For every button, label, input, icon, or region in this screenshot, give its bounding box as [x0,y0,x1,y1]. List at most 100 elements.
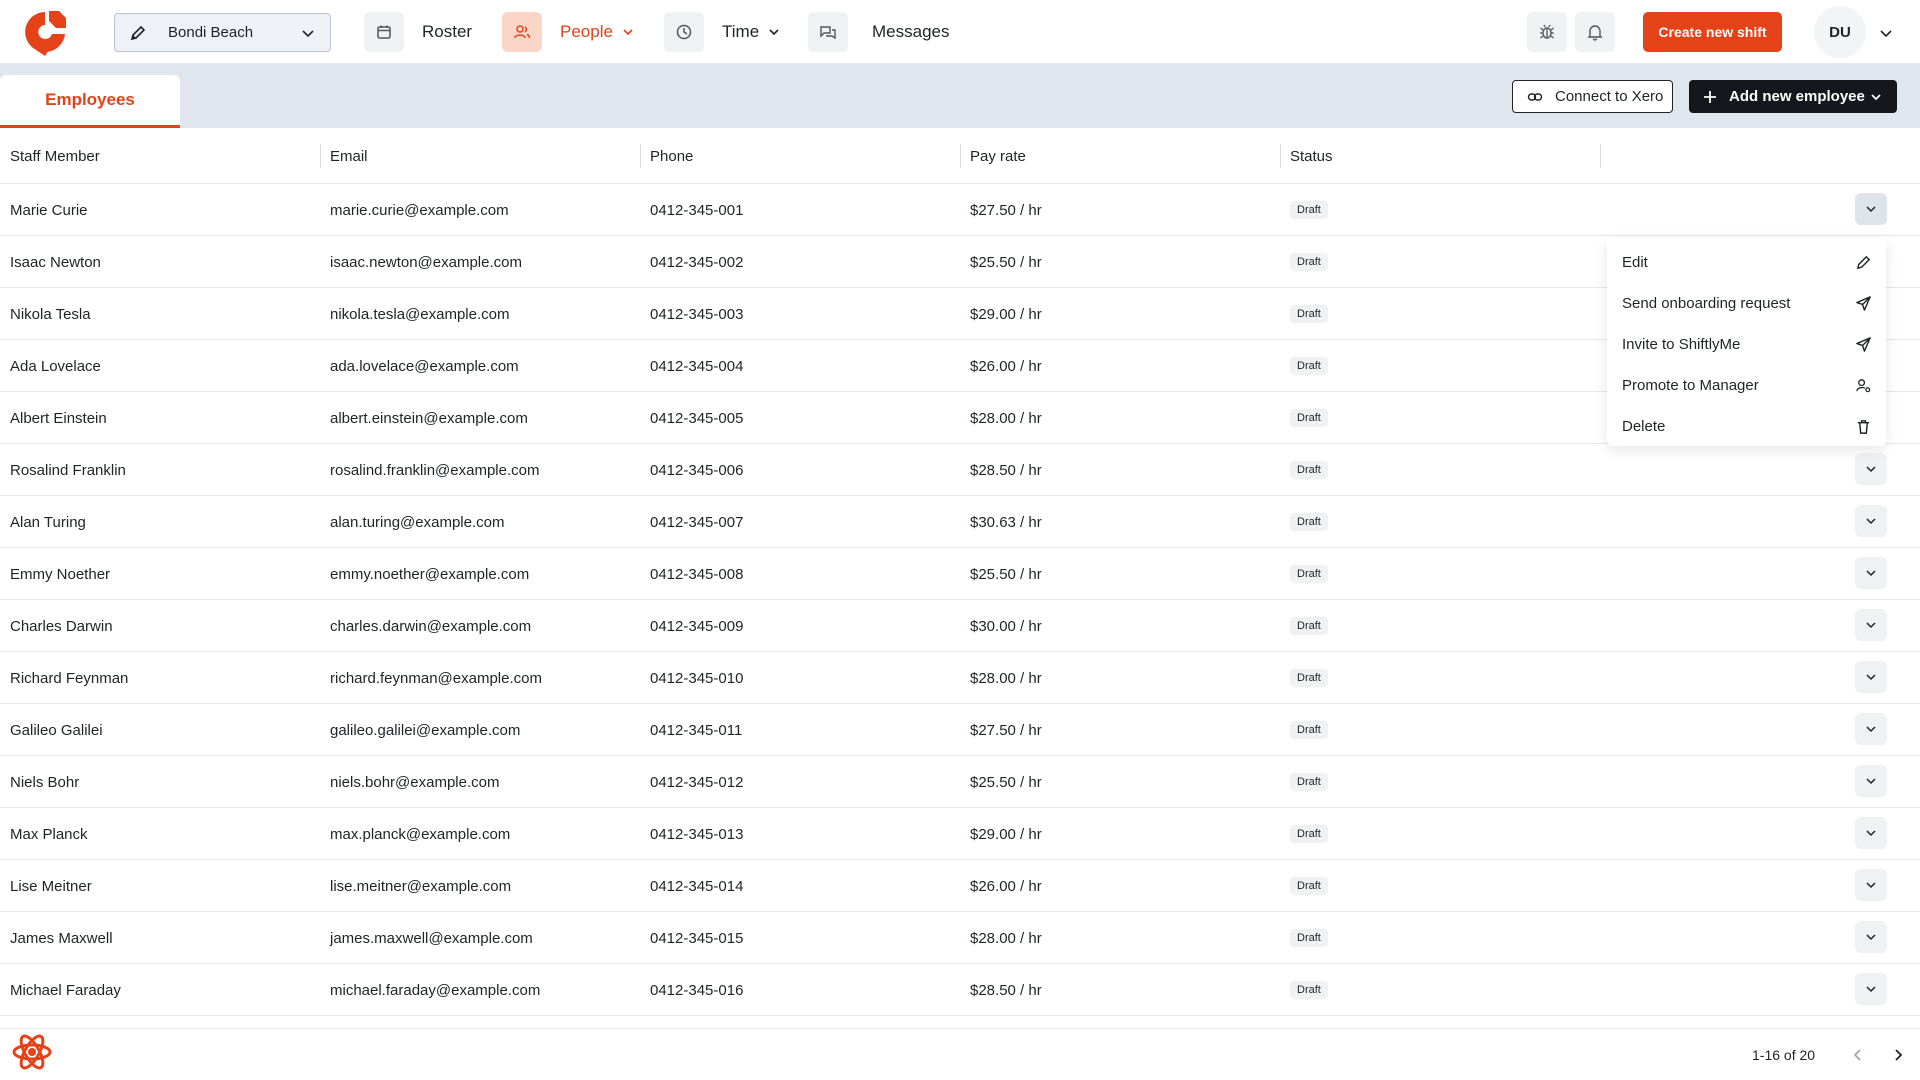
notifications-button[interactable] [1575,12,1615,52]
table-row[interactable]: Max Planck max.planck@example.com 0412-345… [0,808,1920,860]
users-icon [502,12,542,52]
add-new-employee-button[interactable]: Add new employee [1689,80,1897,113]
clock-icon [664,12,704,52]
status-badge: Draft [1290,513,1328,531]
staff-member-cell: Michael Faraday [10,981,121,999]
app-logo-icon[interactable] [22,8,68,56]
location-name: Bondi Beach [168,24,254,41]
column-header-staff-member[interactable]: Staff Member [0,128,320,184]
column-header-pay-rate[interactable]: Pay rate [960,128,1280,184]
row-actions-toggle[interactable] [1855,453,1887,485]
page-subheader: Employees Connect to Xero Add new employ… [0,64,1920,128]
email-cell: nikola.tesla@example.com [330,305,510,323]
row-actions-toggle[interactable] [1855,765,1887,797]
status-badge: Draft [1290,357,1328,375]
status-cell: Draft [1280,808,1600,860]
phone-cell: 0412-345-013 [650,825,744,843]
phone-cell: 0412-345-015 [650,929,744,947]
status-badge: Draft [1290,929,1328,947]
nav-messages[interactable]: Messages [808,12,949,52]
email-cell: isaac.newton@example.com [330,253,522,271]
bell-icon [1586,23,1604,41]
column-header-status[interactable]: Status [1280,128,1600,184]
row-actions-toggle[interactable] [1855,609,1887,641]
table-row[interactable]: James Maxwell james.maxwell@example.com 04… [0,912,1920,964]
menu-item-invite[interactable]: Invite to ShiftlyMe [1607,324,1886,365]
status-cell: Draft [1280,444,1600,496]
staff-member-cell: Niels Bohr [10,773,80,791]
staff-member-cell: Max Planck [10,825,88,843]
staff-member-cell: Ada Lovelace [10,357,101,375]
table-row[interactable]: Michael Faraday michael.faraday@example.c… [0,964,1920,1016]
pay-rate-cell: $26.00 / hr [970,877,1042,895]
status-badge: Draft [1290,721,1328,739]
column-header-phone[interactable]: Phone [640,128,960,184]
nav-roster[interactable]: Roster [364,12,472,52]
table-row[interactable]: Charles Darwin charles.darwin@example.com… [0,600,1920,652]
tab-employees[interactable]: Employees [0,75,180,128]
phone-cell: 0412-345-005 [650,409,744,427]
table-row[interactable]: Rosalind Franklin rosalind.franklin@examp… [0,444,1920,496]
row-actions-toggle[interactable] [1855,713,1887,745]
table-header: Staff Member Email Phone Pay rate Status [0,128,1920,184]
user-avatar[interactable]: DU [1814,6,1866,58]
table-row[interactable]: Marie Curie marie.curie@example.com 0412-3… [0,184,1920,236]
bug-report-button[interactable] [1527,12,1567,52]
staff-member-cell: Isaac Newton [10,253,101,271]
row-actions-toggle[interactable] [1855,921,1887,953]
chevron-left-icon[interactable] [1850,1047,1866,1063]
pay-rate-cell: $26.00 / hr [970,357,1042,375]
phone-cell: 0412-345-008 [650,565,744,583]
row-actions-toggle[interactable] [1855,505,1887,537]
column-header-email[interactable]: Email [320,128,640,184]
row-actions-toggle[interactable] [1855,869,1887,901]
chevron-down-icon [1864,930,1878,944]
react-atom-icon[interactable] [10,1030,54,1074]
phone-cell: 0412-345-007 [650,513,744,531]
row-actions-toggle[interactable] [1855,193,1887,225]
menu-item-delete[interactable]: Delete [1607,406,1886,447]
pay-rate-cell: $28.00 / hr [970,669,1042,687]
status-cell: Draft [1280,236,1600,288]
menu-item-label: Send onboarding request [1622,295,1791,312]
table-row[interactable]: Alan Turing alan.turing@example.com 0412-3… [0,496,1920,548]
nav-time[interactable]: Time [664,12,781,52]
location-selector[interactable]: Bondi Beach [114,13,331,52]
nav-roster-label: Roster [422,22,473,41]
table-row[interactable]: Lise Meitner lise.meitner@example.com 0412… [0,860,1920,912]
row-actions-toggle[interactable] [1855,817,1887,849]
pay-rate-cell: $25.50 / hr [970,253,1042,271]
table-row[interactable]: Galileo Galilei galileo.galilei@example.c… [0,704,1920,756]
row-actions-toggle[interactable] [1855,973,1887,1005]
create-new-shift-button[interactable]: Create new shift [1643,12,1782,52]
pay-rate-cell: $25.50 / hr [970,565,1042,583]
menu-item-edit[interactable]: Edit [1607,242,1886,283]
table-row[interactable]: Richard Feynman richard.feynman@example.c… [0,652,1920,704]
connect-to-xero-label: Connect to Xero [1555,88,1664,105]
chevron-down-icon[interactable] [1878,25,1894,41]
row-actions-toggle[interactable] [1855,557,1887,589]
pay-rate-cell: $27.50 / hr [970,721,1042,739]
table-footer: 1-16 of 20 [0,1028,1920,1080]
chevron-down-icon [1864,722,1878,736]
table-row[interactable]: Emmy Noether emmy.noether@example.com 0412… [0,548,1920,600]
send-icon [1855,336,1872,353]
email-cell: richard.feynman@example.com [330,669,542,687]
phone-cell: 0412-345-006 [650,461,744,479]
status-cell: Draft [1280,340,1600,392]
pay-rate-cell: $30.63 / hr [970,513,1042,531]
menu-item-promote[interactable]: Promote to Manager [1607,365,1886,406]
table-row[interactable]: Niels Bohr niels.bohr@example.com 0412-345… [0,756,1920,808]
nav-people[interactable]: People [502,12,635,52]
chevron-down-icon [621,25,635,39]
menu-item-label: Edit [1622,254,1648,271]
status-cell: Draft [1280,704,1600,756]
nav-people-label: People [560,22,613,41]
calendar-icon [364,12,404,52]
row-actions-toggle[interactable] [1855,661,1887,693]
email-cell: rosalind.franklin@example.com [330,461,540,479]
menu-item-send-onboarding[interactable]: Send onboarding request [1607,283,1886,324]
chevron-right-icon[interactable] [1890,1047,1906,1063]
status-badge: Draft [1290,253,1328,271]
connect-to-xero-button[interactable]: Connect to Xero [1512,80,1673,113]
